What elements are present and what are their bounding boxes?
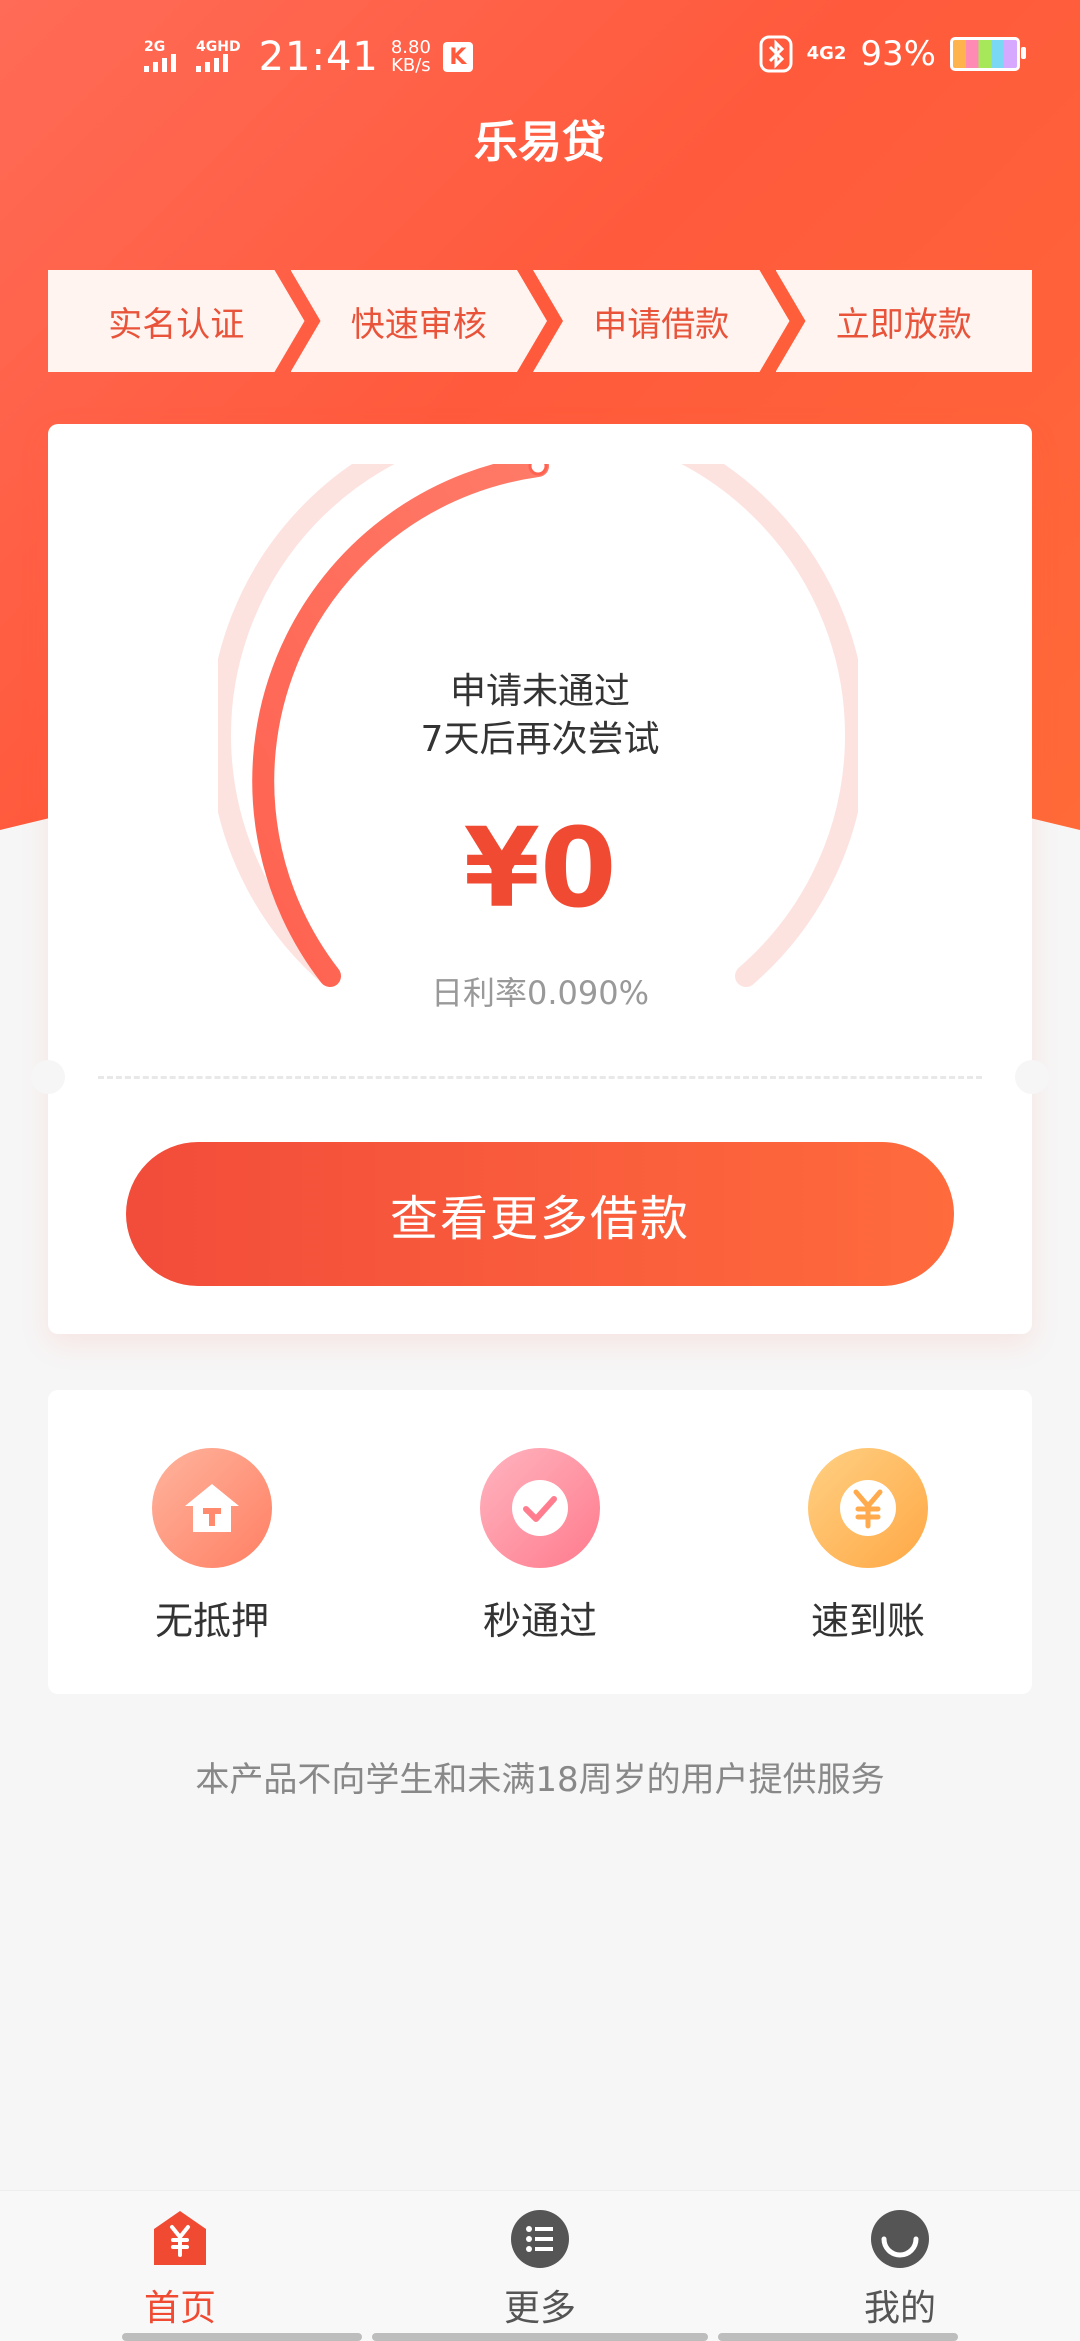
list-icon bbox=[511, 2210, 569, 2268]
signal-2g-icon: 2G bbox=[144, 40, 184, 75]
k-app-icon: K bbox=[442, 42, 473, 72]
card-notch-right bbox=[1015, 1060, 1049, 1094]
tab-label: 更多 bbox=[503, 2288, 576, 2329]
battery-icon bbox=[950, 37, 1026, 71]
loan-amount: ¥0 bbox=[463, 804, 617, 932]
status-title: 申请未通过 bbox=[449, 671, 630, 712]
age-disclaimer: 本产品不向学生和未满18周岁的用户提供服务 bbox=[195, 1760, 885, 1800]
signal-4g-icon: 4GHD bbox=[196, 40, 241, 75]
mobile-data-icon: 4G2 bbox=[806, 43, 847, 64]
daily-rate: 日利率0.090% bbox=[430, 974, 650, 1012]
step-3: 申请借款 bbox=[533, 270, 790, 372]
card-notch-left bbox=[31, 1060, 65, 1094]
feature-label: 秒通过 bbox=[482, 1599, 597, 1643]
tab-home[interactable]: 首页 bbox=[60, 2209, 300, 2331]
status-subtitle: 7天后再次尝试 bbox=[420, 719, 660, 760]
house-icon bbox=[152, 1448, 272, 1568]
step-2: 快速审核 bbox=[291, 270, 548, 372]
gauge-knob bbox=[528, 464, 548, 476]
yen-icon bbox=[808, 1448, 928, 1568]
home-yen-icon bbox=[154, 2211, 206, 2265]
battery-percent: 93% bbox=[860, 34, 936, 74]
page-title: 乐易贷 bbox=[474, 117, 606, 168]
step-4: 立即放款 bbox=[775, 270, 1032, 372]
feature-label: 速到账 bbox=[810, 1599, 925, 1643]
feature-instant-approval: 秒通过 bbox=[440, 1448, 640, 1645]
process-steps: 实名认证 快速审核 申请借款 立即放款 bbox=[48, 270, 1032, 372]
profile-icon bbox=[871, 2210, 929, 2268]
check-icon bbox=[480, 1448, 600, 1568]
clock: 21:41 bbox=[258, 34, 379, 80]
dashed-divider bbox=[98, 1076, 982, 1079]
feature-label: 无抵押 bbox=[154, 1599, 269, 1643]
step-1: 实名认证 bbox=[48, 270, 305, 372]
tab-profile[interactable]: 我的 bbox=[780, 2209, 1020, 2331]
feature-no-collateral: 无抵押 bbox=[112, 1448, 312, 1645]
network-speed: 8.80 KB/s bbox=[390, 37, 431, 76]
tab-label: 首页 bbox=[143, 2288, 216, 2329]
bottom-tab-bar: 首页 更多 我的 bbox=[0, 2190, 1080, 2341]
features-panel: 无抵押 秒通过 速到账 bbox=[48, 1390, 1032, 1694]
feature-fast-payout: 速到账 bbox=[768, 1448, 968, 1645]
status-bar: 2G 4GHD 21:41 8.80 KB/s K 4G2 93% bbox=[0, 0, 1080, 120]
bluetooth-icon bbox=[759, 35, 793, 73]
tab-more[interactable]: 更多 bbox=[420, 2209, 660, 2331]
loan-card: 申请未通过 7天后再次尝试 ¥0 日利率0.090% 查看更多借款 bbox=[31, 424, 1049, 1334]
view-more-loans-button[interactable]: 查看更多借款 bbox=[126, 1142, 954, 1286]
tab-label: 我的 bbox=[863, 2288, 936, 2329]
